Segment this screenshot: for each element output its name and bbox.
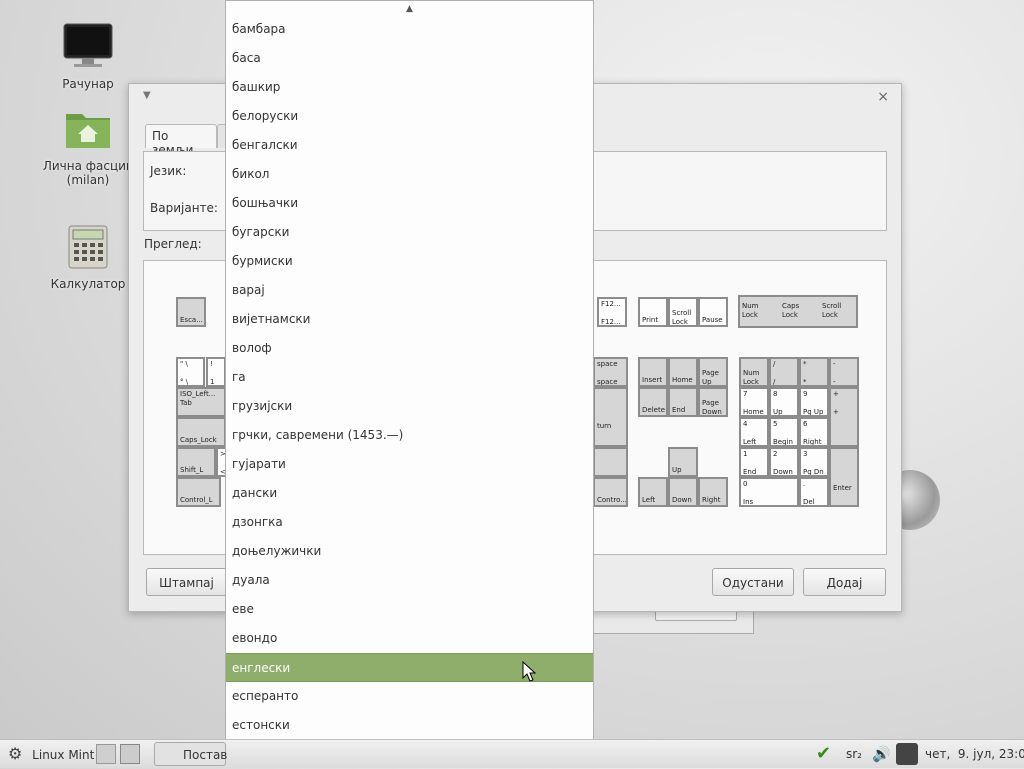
dropdown-item[interactable]: баса <box>226 44 593 73</box>
show-desktop-icon[interactable] <box>96 744 116 764</box>
key-kp-2: 2 Down <box>769 447 799 477</box>
clock[interactable]: чет, 9. јул, 23:05 <box>925 740 1024 768</box>
menu-button[interactable]: ⚙ Linux Mint <box>8 740 94 768</box>
dropdown-item[interactable]: башкир <box>226 73 593 102</box>
add-button[interactable]: Додај <box>803 568 886 596</box>
dropdown-item[interactable]: естонски <box>226 711 593 740</box>
volume-icon[interactable]: 🔊 <box>872 740 891 768</box>
monitor-icon <box>63 23 113 67</box>
key-down: Down <box>668 477 698 507</box>
desktop-icon-home-folder[interactable]: Лична фасцик (milan) <box>33 108 143 187</box>
key-shift-left: Shift_L <box>176 447 216 477</box>
close-icon[interactable]: × <box>877 89 889 105</box>
key-kp-minus: -- <box>829 357 859 387</box>
cancel-button[interactable]: Одустани <box>712 568 794 596</box>
key-kp-9: 9 Pg Up <box>799 387 829 417</box>
key-kp-7: 7 Home <box>739 387 769 417</box>
dropdown-item[interactable]: бошњачки <box>226 189 593 218</box>
key-kp-decimal: . Del <box>799 477 829 507</box>
shield-check-icon[interactable]: ✔ <box>816 740 831 768</box>
dropdown-item[interactable]: дуала <box>226 566 593 595</box>
tab-by-country[interactable]: По земљи <box>145 124 217 157</box>
key-kp-1: 1 End <box>739 447 769 477</box>
key-kp-6: 6 Right <box>799 417 829 447</box>
dropdown-item[interactable]: еве <box>226 595 593 624</box>
dropdown-item[interactable]: гујарати <box>226 450 593 479</box>
key-grave: " \ ° \ <box>176 357 205 387</box>
dropdown-item[interactable]: га <box>226 363 593 392</box>
key-control-left: Control_L <box>176 477 221 507</box>
dropdown-item[interactable]: дански <box>226 479 593 508</box>
key-backspace: space space <box>593 357 628 387</box>
gear-icon: ⚙ <box>8 744 23 763</box>
dropdown-item[interactable]: доњелужички <box>226 537 593 566</box>
taskbar-window-button[interactable]: Постав <box>154 742 227 766</box>
key-kp-multiply: * * <box>799 357 829 387</box>
dropdown-item[interactable]: белоруски <box>226 102 593 131</box>
dropdown-item[interactable]: волоф <box>226 334 593 363</box>
key-kp-3: 3 Pg Dn <box>799 447 829 477</box>
key-left: Left <box>638 477 668 507</box>
key-kp-8: 8 Up <box>769 387 799 417</box>
dropdown-item[interactable]: бамбара <box>226 15 593 44</box>
key-shift-right <box>593 447 628 477</box>
dropdown-item[interactable]: грузијски <box>226 392 593 421</box>
key-up: Up <box>668 447 698 477</box>
taskbar: ⚙ Linux Mint Постав ✔ sr₂ 🔊 чет, 9. јул,… <box>0 739 1024 768</box>
language-label: Језик: <box>150 164 187 178</box>
key-num-lock: Num Lock <box>739 357 769 387</box>
dropdown-item[interactable]: евондо <box>226 624 593 653</box>
key-f12: F12... F12... <box>597 297 627 327</box>
dropdown-item[interactable]: бикол <box>226 160 593 189</box>
desktop-icon-label: Рачунар <box>62 77 114 91</box>
mouse-cursor-icon <box>522 661 537 682</box>
key-page-up: Page Up <box>698 357 728 387</box>
key-delete: Delete <box>638 387 668 417</box>
print-button[interactable]: Штампај <box>146 568 227 596</box>
key-caps-lock: Caps_Lock <box>176 417 226 447</box>
key-kp-4: 4 Left <box>739 417 769 447</box>
calculator-launcher-icon[interactable] <box>120 744 140 764</box>
key-print: Print <box>638 297 668 327</box>
key-control-right: Contro... <box>593 477 628 507</box>
key-tab: ISO_Left... Tab <box>176 387 226 417</box>
key-kp-divide: / / <box>769 357 799 387</box>
desktop-icon-label: Лична фасцик (milan) <box>42 159 134 187</box>
window-menu-icon[interactable]: ▼ <box>143 90 151 101</box>
desktop-icon-calculator[interactable]: Калкулатор <box>33 224 143 291</box>
key-kp-5: 5 Begin <box>769 417 799 447</box>
home-folder-icon <box>66 114 110 148</box>
key-insert: Insert <box>638 357 668 387</box>
desktop-icon-computer[interactable]: Рачунар <box>33 22 143 91</box>
key-kp-plus: + + <box>829 387 859 447</box>
key-kp-enter: Enter <box>829 447 859 507</box>
key-one: ! 1 <box>206 357 226 387</box>
keyboard-layout-indicator[interactable]: sr₂ <box>846 740 862 768</box>
key-scroll-lock: Scroll Lock <box>668 297 698 327</box>
key-end: End <box>668 387 698 417</box>
dropdown-item[interactable]: вијетнамски <box>226 305 593 334</box>
key-pause: Pause <box>698 297 728 327</box>
key-right: Right <box>698 477 728 507</box>
key-kp-0: 0 Ins <box>739 477 799 507</box>
desktop-icon-label: Калкулатор <box>50 277 126 291</box>
variants-label: Варијанте: <box>150 201 218 215</box>
key-lock-indicators: Num Lock Caps Lock Scroll Lock <box>738 295 858 328</box>
dropdown-item[interactable]: бугарски <box>226 218 593 247</box>
preview-label: Преглед: <box>144 237 202 251</box>
dropdown-item[interactable]: грчки, савремени (1453.—) <box>226 421 593 450</box>
calculator-icon <box>68 225 108 269</box>
dropdown-items: бамбара баса башкир белоруски бенгалски бикол… <box>226 15 593 753</box>
key-home: Home <box>668 357 698 387</box>
key-escape: Esca... <box>176 297 206 327</box>
dropdown-item[interactable]: бурмиски <box>226 247 593 276</box>
network-icon[interactable] <box>896 743 918 765</box>
dropdown-item[interactable]: есперанто <box>226 682 593 711</box>
key-return: turn <box>593 387 628 447</box>
dropdown-item[interactable]: варај <box>226 276 593 305</box>
language-dropdown-list[interactable]: ▲ бамбара баса башкир белоруски бенгалски бик… <box>225 0 594 768</box>
dropdown-item[interactable]: бенгалски <box>226 131 593 160</box>
dropdown-item[interactable]: дзонгка <box>226 508 593 537</box>
key-page-down: Page Down <box>698 387 728 417</box>
